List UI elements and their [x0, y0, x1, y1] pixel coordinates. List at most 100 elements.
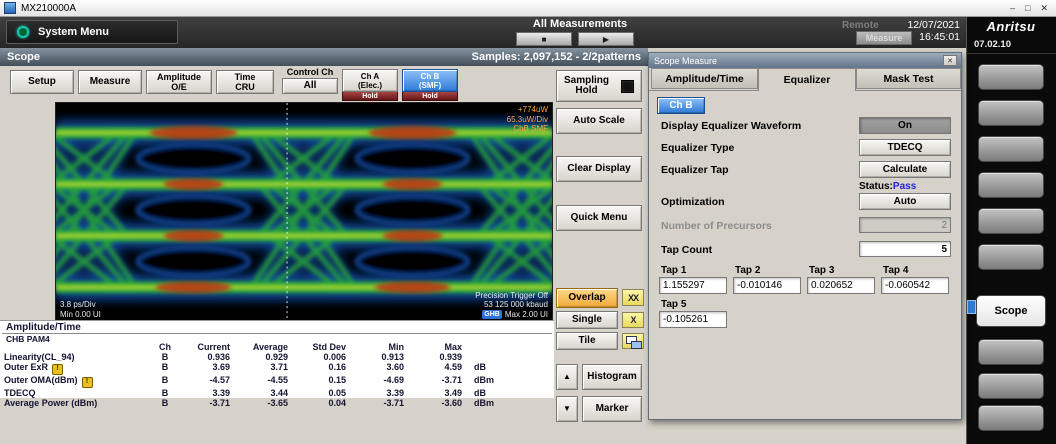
close-button[interactable]: ✕	[1040, 3, 1048, 14]
tap-count-field[interactable]: 5	[859, 241, 951, 257]
scope-function-key[interactable]: Scope	[976, 295, 1046, 327]
col-header-current: Current	[197, 342, 230, 352]
warning-icon: !	[81, 377, 93, 388]
max-ui-readout: Max 2.00 UI	[504, 309, 548, 319]
system-menu-button[interactable]: System Menu	[6, 20, 178, 44]
equalizer-type-button[interactable]: TDECQ	[859, 139, 951, 156]
tap2-field[interactable]: -0.010146	[733, 277, 801, 294]
dialog-close-button[interactable]: ✕	[943, 55, 957, 66]
tab-equalizer[interactable]: Equalizer	[758, 68, 856, 91]
play-icon: ▶	[602, 34, 610, 44]
time-cru-button[interactable]: Time CRU	[216, 70, 274, 94]
control-ch-label: Control Ch	[286, 67, 334, 77]
setup-button[interactable]: Setup	[10, 70, 74, 94]
precursors-label: Number of Precursors	[661, 220, 772, 232]
histogram-button[interactable]: Histogram	[582, 364, 642, 390]
tab-mask-test[interactable]: Mask Test	[856, 68, 961, 89]
status-value: Pass	[892, 181, 917, 192]
tile-button[interactable]: Tile	[556, 332, 618, 350]
function-key[interactable]	[978, 136, 1044, 162]
vertical-scale-readout: 65.3uW/Div	[506, 114, 548, 124]
function-key[interactable]	[978, 208, 1044, 234]
tap2-label: Tap 2	[735, 265, 761, 276]
row-name: Average Power (dBm)	[4, 398, 98, 408]
table-divider	[2, 333, 552, 334]
eye-diagram-display: +774uW 65.3uW/Div ChB SMF 3.8 ps/Div Min…	[55, 102, 553, 322]
tap4-field[interactable]: -0.060542	[881, 277, 949, 294]
tap5-field[interactable]: -0.105261	[659, 311, 727, 328]
function-key[interactable]	[978, 244, 1044, 270]
measurement-table: Ch Current Average Std Dev Min Max Linea…	[4, 342, 494, 408]
table-title: Amplitude/Time	[6, 322, 81, 333]
scroll-down-button[interactable]: ▼	[556, 396, 578, 422]
tap3-field[interactable]: 0.020652	[807, 277, 875, 294]
window-titlebar: MX210000A – □ ✕	[0, 0, 1056, 17]
tap1-label: Tap 1	[661, 265, 687, 276]
function-key[interactable]	[978, 373, 1044, 399]
minimize-button[interactable]: –	[1010, 3, 1015, 14]
function-key[interactable]	[978, 100, 1044, 126]
tab-amplitude-time[interactable]: Amplitude/Time	[651, 68, 758, 89]
quick-menu-button[interactable]: Quick Menu	[556, 205, 642, 231]
power-indicator-icon	[17, 26, 29, 38]
tap3-label: Tap 3	[809, 265, 835, 276]
function-key[interactable]	[978, 172, 1044, 198]
scope-measure-dialog: Scope Measure ✕ Amplitude/Time Equalizer…	[648, 52, 962, 420]
function-key[interactable]	[978, 64, 1044, 90]
time-label: 16:45:01	[919, 31, 960, 43]
ch-b-hold-indicator: Hold	[402, 92, 458, 101]
scope-header-bar: Scope Samples: 2,097,152 - 2/2patterns	[0, 48, 648, 66]
overlap-icon[interactable]: XX	[622, 289, 644, 306]
single-button[interactable]: Single	[556, 311, 618, 329]
equalizer-tap-label: Equalizer Tap	[661, 164, 729, 176]
warning-icon: !	[52, 364, 64, 375]
power-readout: +774uW	[517, 105, 548, 114]
system-menu-label: System Menu	[38, 26, 109, 38]
ch-a-hold-indicator: Hold	[342, 92, 398, 101]
function-key[interactable]	[978, 339, 1044, 365]
dialog-title: Scope Measure	[654, 55, 718, 66]
row-name: Outer ExR!	[4, 363, 150, 375]
marker-button[interactable]: Marker	[582, 396, 642, 422]
dialog-titlebar[interactable]: Scope Measure	[649, 53, 961, 68]
stop-measurement-button[interactable]: ■	[516, 32, 572, 46]
channel-readout: ChB SMF	[513, 124, 548, 133]
status-line: Status:Pass	[859, 181, 916, 192]
auto-scale-button[interactable]: Auto Scale	[556, 108, 642, 134]
ch-b-button[interactable]: Ch B (SMF)	[402, 69, 458, 92]
date-label: 12/07/2021	[907, 19, 960, 31]
row-name: Outer OMA(dBm)!	[4, 376, 150, 388]
amplitude-oe-button[interactable]: Amplitude O/E	[146, 70, 212, 94]
row-name: Linearity(CL_94)	[4, 352, 75, 362]
scroll-up-button[interactable]: ▲	[556, 364, 578, 390]
measure-button[interactable]: Measure	[78, 70, 142, 94]
baudrate-readout: 53 125 000 kbaud	[483, 300, 548, 309]
stop-icon: ■	[541, 34, 547, 44]
ch-a-button[interactable]: Ch A (Elec.)	[342, 69, 398, 92]
hold-indicator-icon	[621, 79, 634, 93]
panel-divider	[966, 53, 1056, 54]
firmware-version: 07.02.10	[974, 39, 1011, 50]
ch-b-selector-button[interactable]: Ch B	[657, 97, 705, 114]
col-header-ch: Ch	[159, 342, 171, 352]
col-header-max: Max	[444, 342, 462, 352]
sampling-hold-button[interactable]: Sampling Hold	[556, 70, 642, 102]
tap4-label: Tap 4	[883, 265, 909, 276]
clear-display-button[interactable]: Clear Display	[556, 156, 642, 182]
maximize-button[interactable]: □	[1025, 3, 1030, 14]
col-header-average: Average	[252, 342, 288, 352]
tile-icon[interactable]	[622, 333, 644, 349]
control-ch-all-button[interactable]: All	[282, 78, 338, 94]
equalizer-type-label: Equalizer Type	[661, 142, 735, 154]
scope-mini-icon	[967, 300, 976, 314]
start-measurement-button[interactable]: ▶	[578, 32, 634, 46]
function-key[interactable]	[978, 405, 1044, 431]
row-name: TDECQ	[4, 388, 36, 398]
tap1-field[interactable]: 1.155297	[659, 277, 727, 294]
single-icon[interactable]: X	[622, 312, 644, 328]
overlap-button[interactable]: Overlap	[556, 288, 618, 308]
col-header-std: Std Dev	[312, 342, 346, 352]
calculate-button[interactable]: Calculate	[859, 161, 951, 178]
display-equalizer-toggle[interactable]: On	[859, 117, 951, 134]
optimization-button[interactable]: Auto	[859, 193, 951, 210]
